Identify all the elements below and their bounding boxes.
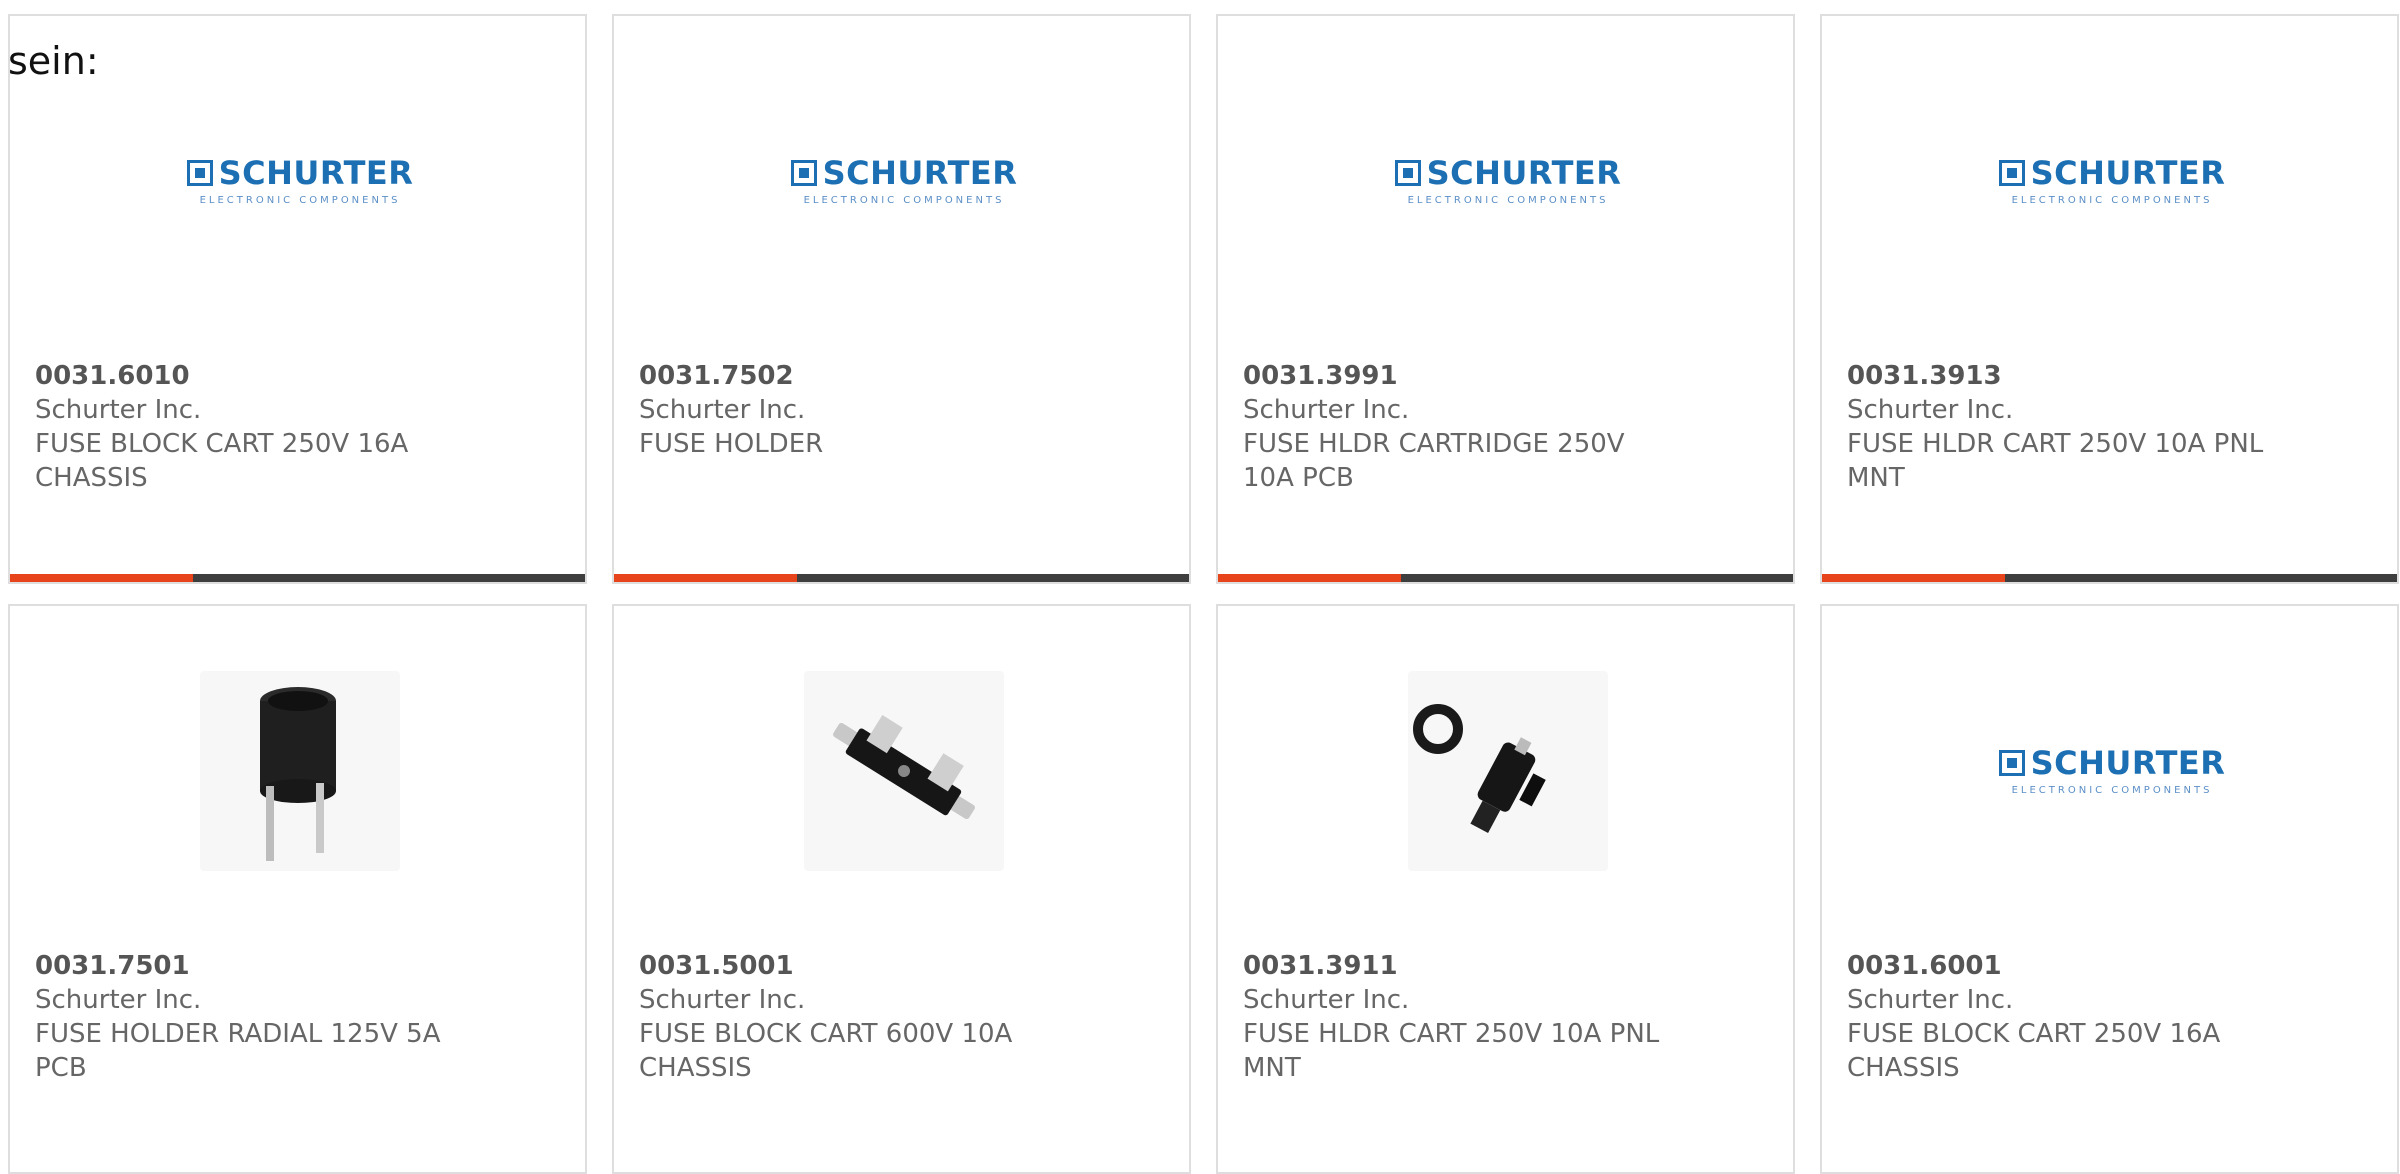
part-number-link[interactable]: 0031.7501 xyxy=(35,949,455,983)
product-card[interactable]: 0031.3911 Schurter Inc. FUSE HLDR CART 2… xyxy=(1216,604,1795,1174)
card-accent-bar xyxy=(10,574,585,582)
schurter-logo: SCHURTER ELECTRONIC COMPONENTS xyxy=(1998,747,2226,796)
description: FUSE BLOCK CART 250V 16A CHASSIS xyxy=(1847,1019,2221,1083)
radial-fuse-holder-photo xyxy=(200,671,400,871)
product-info: 0031.6010 Schurter Inc. FUSE BLOCK CART … xyxy=(35,359,455,495)
card-accent-bar xyxy=(614,574,1189,582)
panel-fuse-holder-photo xyxy=(1408,671,1608,871)
product-info: 0031.3911 Schurter Inc. FUSE HLDR CART 2… xyxy=(1243,949,1663,1085)
product-image[interactable] xyxy=(1408,671,1608,871)
manufacturer: Schurter Inc. xyxy=(1243,985,1410,1015)
product-card[interactable]: SCHURTER ELECTRONIC COMPONENTS 0031.3913… xyxy=(1820,14,2399,584)
product-card[interactable]: 0031.7501 Schurter Inc. FUSE HOLDER RADI… xyxy=(8,604,587,1174)
product-card[interactable]: SCHURTER ELECTRONIC COMPONENTS 0031.3991… xyxy=(1216,14,1795,584)
manufacturer: Schurter Inc. xyxy=(639,395,806,425)
description: FUSE BLOCK CART 250V 16A CHASSIS xyxy=(35,429,409,493)
product-info: 0031.7501 Schurter Inc. FUSE HOLDER RADI… xyxy=(35,949,455,1085)
schurter-logo: SCHURTER ELECTRONIC COMPONENTS xyxy=(1394,157,1622,206)
card-accent-bar xyxy=(1822,574,2397,582)
product-image[interactable]: SCHURTER ELECTRONIC COMPONENTS xyxy=(1394,81,1621,281)
part-number-link[interactable]: 0031.3991 xyxy=(1243,359,1663,393)
part-number-link[interactable]: 0031.5001 xyxy=(639,949,1059,983)
product-image[interactable] xyxy=(804,671,1004,871)
manufacturer: Schurter Inc. xyxy=(35,985,202,1015)
product-image[interactable]: SCHURTER ELECTRONIC COMPONENTS xyxy=(790,81,1017,281)
part-number-link[interactable]: 0031.6010 xyxy=(35,359,455,393)
product-grid: SCHURTER ELECTRONIC COMPONENTS 0031.6010… xyxy=(8,14,2399,1174)
description: FUSE HLDR CART 250V 10A PNL MNT xyxy=(1847,429,2264,493)
product-info: 0031.3991 Schurter Inc. FUSE HLDR CARTRI… xyxy=(1243,359,1663,495)
schurter-logo: SCHURTER ELECTRONIC COMPONENTS xyxy=(790,157,1018,206)
product-card[interactable]: SCHURTER ELECTRONIC COMPONENTS 0031.6010… xyxy=(8,14,587,584)
intro-text: sein: xyxy=(8,39,99,83)
description: FUSE HLDR CART 250V 10A PNL MNT xyxy=(1243,1019,1660,1083)
description: FUSE HLDR CARTRIDGE 250V 10A PCB xyxy=(1243,429,1625,493)
product-info: 0031.6001 Schurter Inc. FUSE BLOCK CART … xyxy=(1847,949,2267,1085)
part-number-link[interactable]: 0031.3913 xyxy=(1847,359,2267,393)
part-number-link[interactable]: 0031.7502 xyxy=(639,359,1059,393)
product-image[interactable] xyxy=(200,671,400,871)
product-card[interactable]: 0031.5001 Schurter Inc. FUSE BLOCK CART … xyxy=(612,604,1191,1174)
description: FUSE HOLDER xyxy=(639,429,824,459)
product-image[interactable]: SCHURTER ELECTRONIC COMPONENTS xyxy=(1998,671,2225,871)
part-number-link[interactable]: 0031.3911 xyxy=(1243,949,1663,983)
fuse-block-photo xyxy=(804,671,1004,871)
schurter-logo: SCHURTER ELECTRONIC COMPONENTS xyxy=(1998,157,2226,206)
card-accent-bar xyxy=(1218,574,1793,582)
part-number-link[interactable]: 0031.6001 xyxy=(1847,949,2267,983)
product-image[interactable]: SCHURTER ELECTRONIC COMPONENTS xyxy=(186,81,413,281)
description: FUSE HOLDER RADIAL 125V 5A PCB xyxy=(35,1019,441,1083)
schurter-logo: SCHURTER ELECTRONIC COMPONENTS xyxy=(186,157,414,206)
product-info: 0031.5001 Schurter Inc. FUSE BLOCK CART … xyxy=(639,949,1059,1085)
product-info: 0031.7502 Schurter Inc. FUSE HOLDER xyxy=(639,359,1059,461)
manufacturer: Schurter Inc. xyxy=(639,985,806,1015)
manufacturer: Schurter Inc. xyxy=(35,395,202,425)
manufacturer: Schurter Inc. xyxy=(1243,395,1410,425)
manufacturer: Schurter Inc. xyxy=(1847,985,2014,1015)
product-card[interactable]: SCHURTER ELECTRONIC COMPONENTS 0031.6001… xyxy=(1820,604,2399,1174)
description: FUSE BLOCK CART 600V 10A CHASSIS xyxy=(639,1019,1013,1083)
product-card[interactable]: SCHURTER ELECTRONIC COMPONENTS 0031.7502… xyxy=(612,14,1191,584)
product-info: 0031.3913 Schurter Inc. FUSE HLDR CART 2… xyxy=(1847,359,2267,495)
manufacturer: Schurter Inc. xyxy=(1847,395,2014,425)
product-image[interactable]: SCHURTER ELECTRONIC COMPONENTS xyxy=(1998,81,2225,281)
